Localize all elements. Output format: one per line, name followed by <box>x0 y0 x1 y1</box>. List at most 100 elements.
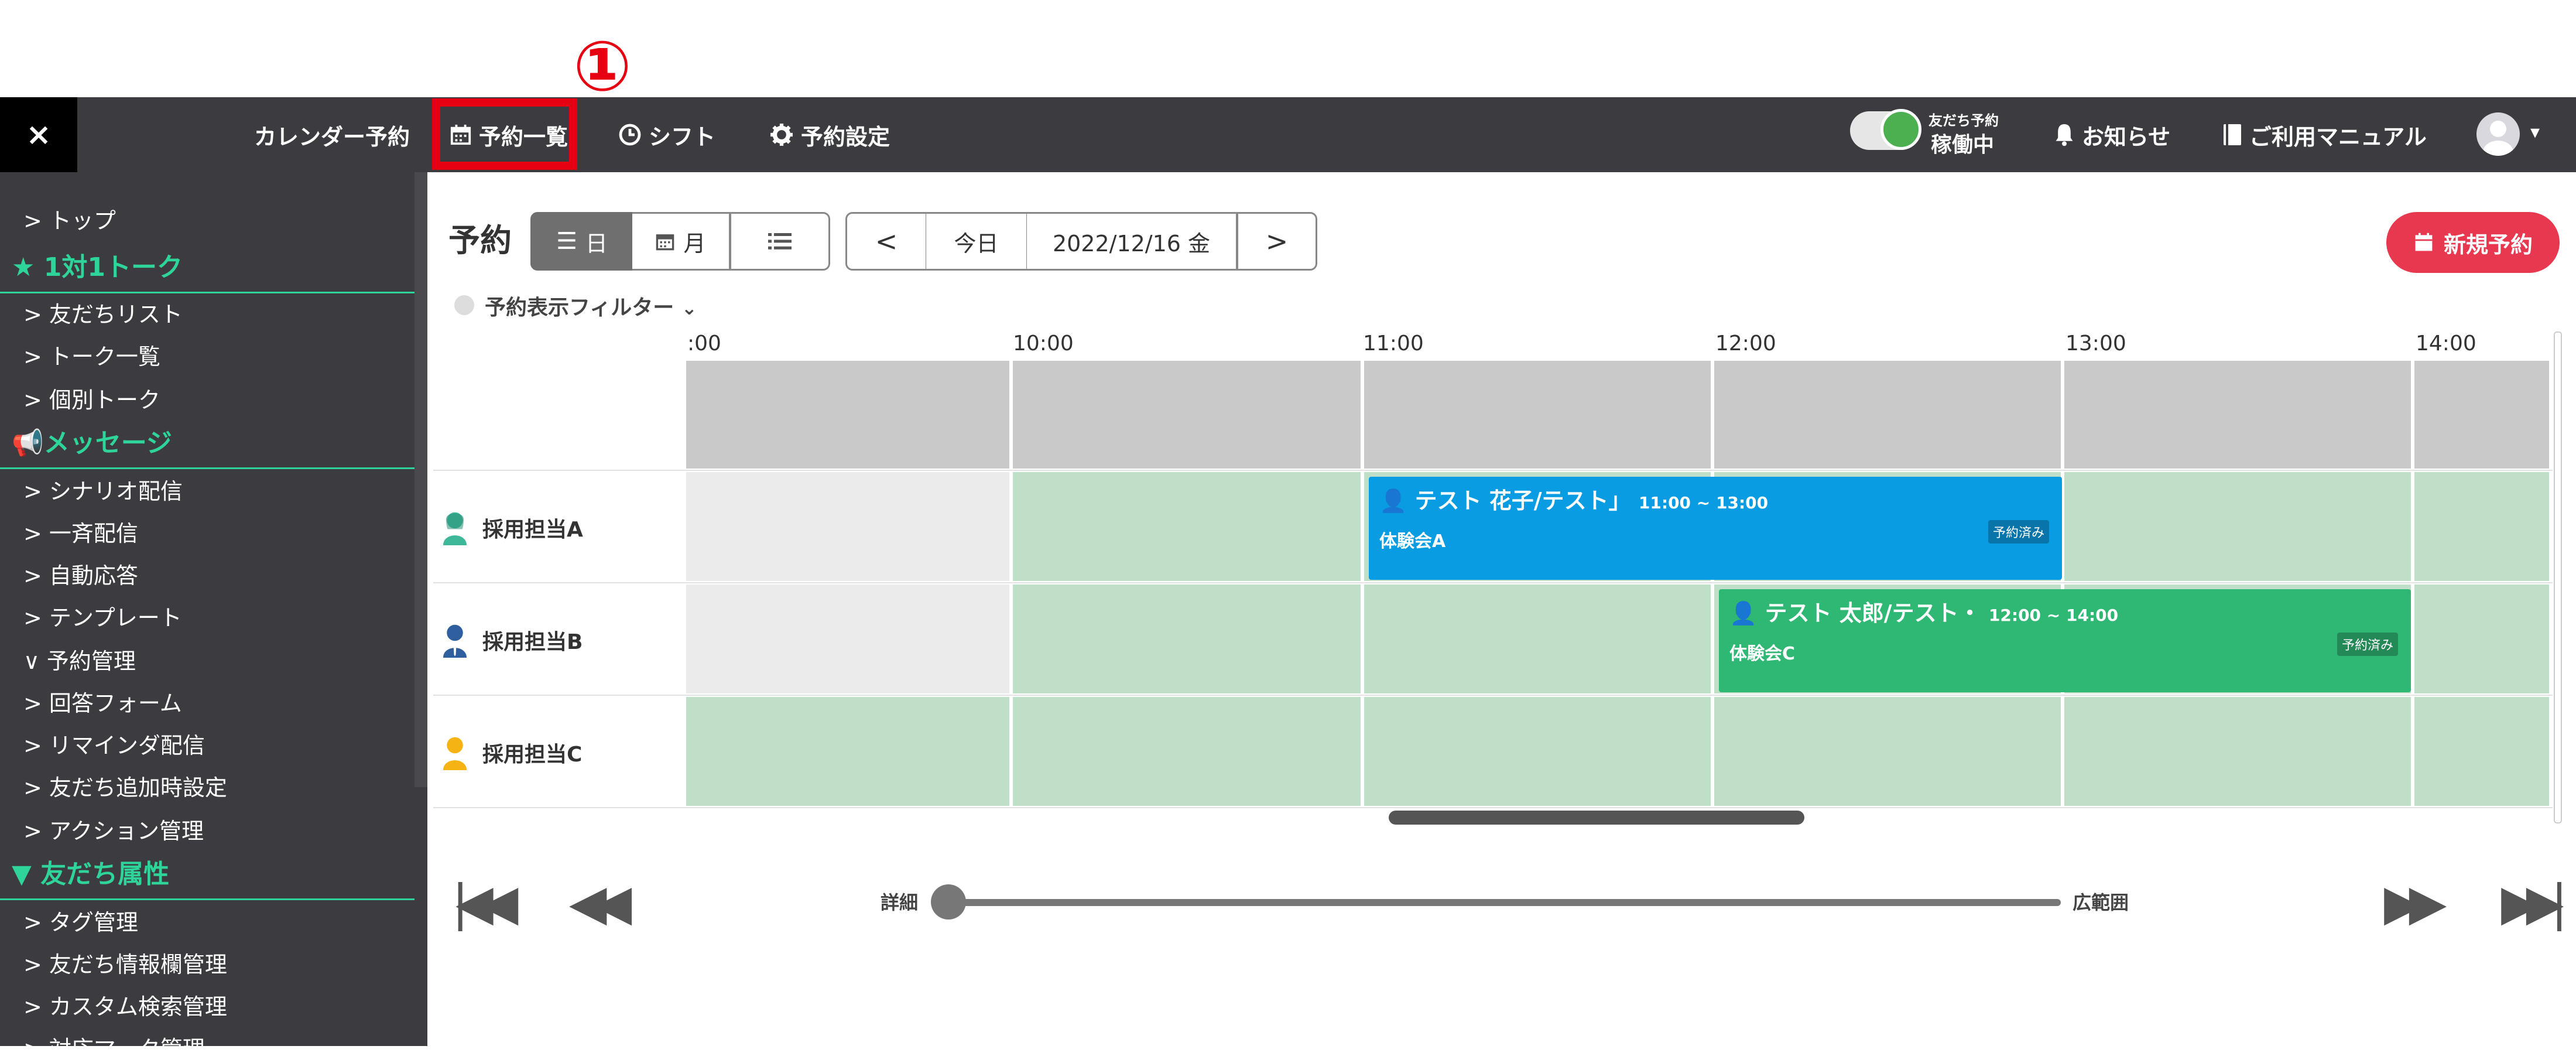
staff-row-b[interactable]: 採用担当B <box>440 585 583 696</box>
sidebar-section-message: 📢メッセージ <box>12 422 172 459</box>
sidebar-item-form[interactable]: > 回答フォーム <box>23 685 182 717</box>
time-slot[interactable] <box>686 697 1009 806</box>
row-divider <box>433 807 2553 808</box>
nav-manual[interactable]: ご利用マニュアル <box>2222 97 2427 172</box>
reservation-event[interactable]: 👤 テスト 太郎/テスト・ 12:00 ~ 14:00 体験会C 予約済み <box>1719 589 2411 692</box>
calendar-icon <box>2415 233 2433 251</box>
annotation-number: ① <box>573 26 632 107</box>
fast-forward-icon[interactable]: ▶▶ <box>2384 874 2447 931</box>
sidebar-item-template[interactable]: > テンプレート <box>23 600 182 632</box>
time-slot[interactable] <box>1364 697 1711 806</box>
nav-manual-label: ご利用マニュアル <box>2249 124 2427 150</box>
time-slot[interactable] <box>2414 585 2549 693</box>
filter-status-dot <box>454 295 474 315</box>
zoom-slider-handle[interactable] <box>931 884 966 920</box>
time-slot[interactable] <box>1364 585 1711 693</box>
sidebar-item-custom-search[interactable]: > カスタム検索管理 <box>23 989 227 1021</box>
sidebar-section-attributes-label: 友だち属性 <box>40 859 170 889</box>
time-slot[interactable] <box>1013 697 1361 806</box>
horizontal-scrollbar[interactable] <box>1389 811 1804 825</box>
bell-icon <box>2056 124 2073 146</box>
staff-name: 採用担当C <box>482 743 583 767</box>
view-day-button[interactable]: ☰ 日 <box>530 212 633 271</box>
time-slot[interactable] <box>686 472 1009 581</box>
skip-last-icon[interactable]: ▶▶| <box>2501 874 2567 931</box>
sidebar-section-talk: ★ 1対1トーク <box>12 246 183 283</box>
sidebar-item-auto-reply[interactable]: > 自動応答 <box>23 558 138 590</box>
sidebar-item-friend-info[interactable]: > 友だち情報欄管理 <box>23 946 227 979</box>
reservation-event[interactable]: 👤 テスト 花子/テスト」 11:00 ~ 13:00 体験会A 予約済み <box>1369 477 2062 580</box>
user-icon <box>2483 121 2513 156</box>
event-time: 11:00 ~ 13:00 <box>1638 493 1769 512</box>
time-label: 10:00 <box>1013 331 1074 356</box>
time-slot[interactable] <box>1013 585 1361 693</box>
zoom-detail-label: 詳細 <box>881 891 919 914</box>
staff-row-c[interactable]: 採用担当C <box>440 697 582 808</box>
book-icon <box>2224 124 2241 145</box>
toggle-caption: 友だち予約 <box>1928 112 1999 129</box>
skip-first-icon[interactable]: |◀◀ <box>452 874 518 931</box>
next-date-button[interactable]: > <box>1236 212 1317 271</box>
nav-reservation-settings[interactable]: 予約設定 <box>769 97 890 172</box>
sidebar-item-friend-list[interactable]: > 友だちリスト <box>23 296 183 329</box>
time-slot[interactable] <box>2414 697 2549 806</box>
user-avatar[interactable] <box>2476 112 2520 156</box>
toggle-knob[interactable] <box>1880 109 1921 150</box>
sidebar-scrollbar[interactable] <box>415 172 427 787</box>
new-reservation-button[interactable]: 新規予約 <box>2386 212 2560 273</box>
row-divider <box>433 582 2553 583</box>
reservation-filter-toggle[interactable]: 予約表示フィルター ⌄ <box>485 290 697 321</box>
sidebar-item-top[interactable]: > トップ <box>23 203 116 235</box>
nav-news[interactable]: お知らせ <box>2054 97 2170 172</box>
caret-down-icon[interactable]: ▾ <box>2530 121 2540 143</box>
sidebar-item-talk-list[interactable]: > トーク一覧 <box>23 339 160 371</box>
prev-date-button[interactable]: < <box>845 212 927 271</box>
time-slot[interactable] <box>686 585 1009 693</box>
gear-icon <box>770 124 793 146</box>
list-icon <box>768 233 792 249</box>
staff-name: 採用担当A <box>482 518 583 542</box>
event-subtitle: 体験会C <box>1729 644 1796 664</box>
event-subtitle: 体験会A <box>1379 531 1446 552</box>
zoom-slider-track[interactable] <box>937 899 2061 906</box>
sidebar-item-individual-talk[interactable]: > 個別トーク <box>23 382 160 414</box>
sidebar-section-attributes: ▼ 友だち属性 <box>12 853 169 890</box>
sidebar-item-tags[interactable]: > タグ管理 <box>23 904 138 936</box>
time-slot[interactable] <box>2414 472 2549 581</box>
rewind-icon[interactable]: ◀◀ <box>569 874 632 931</box>
sidebar-item-reservation[interactable]: ∨ 予約管理 <box>23 643 136 675</box>
megaphone-icon: 📢 <box>12 428 44 458</box>
sidebar-item-friend-add-settings[interactable]: > 友だち追加時設定 <box>23 770 227 802</box>
person-icon: 👤 <box>1729 600 1758 626</box>
close-button[interactable]: × <box>0 97 77 172</box>
staff-name: 採用担当B <box>482 630 583 654</box>
today-button[interactable]: 今日 <box>926 212 1028 271</box>
time-slot[interactable] <box>1714 697 2061 806</box>
view-list-button[interactable] <box>729 212 830 271</box>
event-time: 12:00 ~ 14:00 <box>1988 606 2119 625</box>
vertical-scrollbar[interactable] <box>2554 331 2562 823</box>
nav-calendar-reservation[interactable]: カレンダー予約 <box>254 97 410 172</box>
view-day-label: 日 <box>585 230 608 257</box>
view-month-button[interactable]: 月 <box>632 212 731 271</box>
filter-label: 予約表示フィルター <box>485 296 674 320</box>
time-slot[interactable] <box>2064 472 2411 581</box>
header-slot <box>1714 361 2061 469</box>
time-label: 11:00 <box>1363 331 1424 356</box>
sidebar-item-reminder[interactable]: > リマインダ配信 <box>23 727 205 760</box>
staff-row-a[interactable]: 採用担当A <box>440 472 583 583</box>
time-slot[interactable] <box>1013 472 1361 581</box>
sidebar-item-mark[interactable]: > 対応マーク管理 <box>23 1031 205 1063</box>
header-slot <box>2414 361 2549 469</box>
nav-shift[interactable]: シフト <box>618 97 715 172</box>
sidebar-item-action[interactable]: > アクション管理 <box>23 813 204 845</box>
staff-icon <box>443 737 467 770</box>
header-slot <box>1364 361 1711 469</box>
nav-calendar-label: カレンダー予約 <box>254 124 410 150</box>
sidebar-item-scenario[interactable]: > シナリオ配信 <box>23 473 183 505</box>
sidebar-item-broadcast[interactable]: > 一斉配信 <box>23 515 138 548</box>
nav-news-label: お知らせ <box>2082 124 2171 150</box>
event-title: テスト 太郎/テスト・ <box>1765 600 1981 626</box>
date-display[interactable]: 2022/12/16 金 <box>1027 212 1238 271</box>
time-slot[interactable] <box>2064 697 2411 806</box>
